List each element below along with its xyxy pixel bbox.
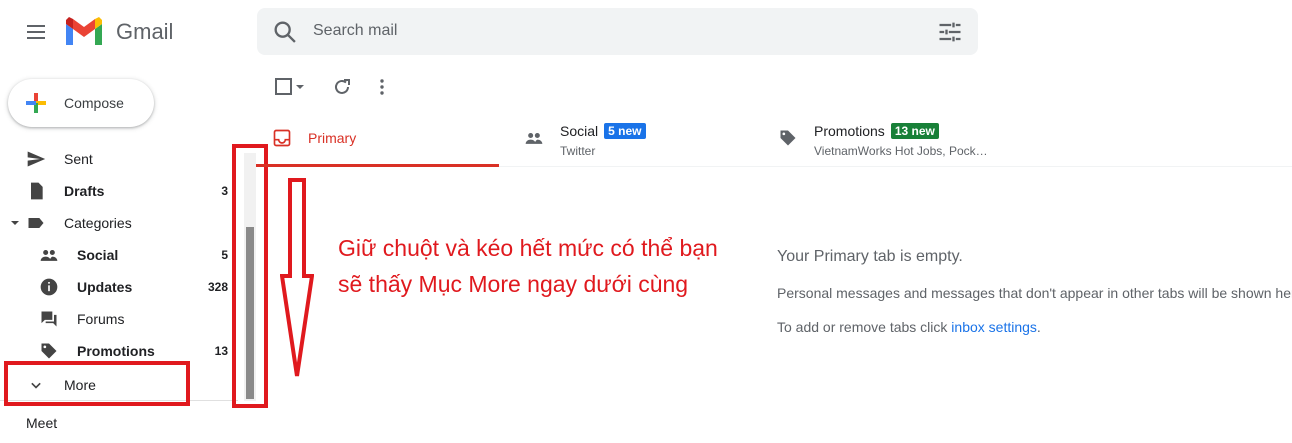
sidebar-item-count: 13	[214, 344, 228, 358]
caret-down-icon[interactable]	[8, 213, 22, 233]
sidebar-item-count: 328	[207, 280, 228, 294]
inbox-settings-link[interactable]: inbox settings	[951, 319, 1037, 335]
sidebar-item-categories[interactable]: Categories	[0, 207, 238, 239]
sidebar-item-forums[interactable]: Forums	[0, 303, 238, 335]
sidebar-item-label: Categories	[64, 215, 132, 231]
send-icon	[27, 151, 46, 167]
more-vertical-icon[interactable]	[370, 75, 394, 99]
hint-prefix: To add or remove tabs click	[777, 319, 952, 335]
sidebar-item-label: Updates	[77, 279, 133, 295]
tab-subtitle: Twitter	[560, 144, 596, 158]
mail-toolbar	[256, 64, 1292, 110]
tab-promotions[interactable]: Promotions 13 new VietnamWorks Hot Jobs, …	[762, 110, 1002, 167]
sidebar-item-sent[interactable]: Sent	[0, 143, 238, 175]
tab-label-row: Social 5 new	[560, 123, 646, 139]
tag-icon	[41, 343, 57, 359]
app-name: Gmail	[116, 19, 174, 44]
sidebar-item-drafts[interactable]: Drafts 3	[0, 175, 238, 207]
tab-subtitle: VietnamWorks Hot Jobs, Pock…	[814, 144, 988, 158]
sidebar-item-count: 5	[221, 248, 228, 262]
label-icon	[28, 218, 44, 228]
info-icon	[40, 278, 58, 296]
forum-icon	[41, 311, 57, 327]
empty-state-message: Personal messages and messages that don'…	[777, 285, 1292, 301]
select-checkbox-icon[interactable]	[272, 75, 296, 99]
compose-label: Compose	[64, 95, 124, 111]
sidebar-item-updates[interactable]: Updates 328	[0, 271, 238, 303]
sidebar-item-label: Social	[77, 247, 119, 263]
new-count-badge: 5 new	[604, 123, 646, 139]
people-icon	[40, 250, 58, 261]
meet-section-title: Meet	[26, 415, 58, 431]
sidebar-item-label: Sent	[64, 151, 93, 167]
tab-primary[interactable]: Primary	[256, 110, 499, 167]
inbox-tabs: Primary Social 5 new Twitter Promotions 13…	[256, 110, 1292, 167]
annotation-text: Giữ chuột và kéo hết mức có thể bạn sẽ t…	[338, 235, 718, 297]
new-count-badge: 13 new	[890, 123, 939, 139]
annotation-box-more	[4, 361, 190, 406]
annotation-box-scrollbar	[232, 144, 268, 408]
gmail-logo-icon[interactable]	[64, 14, 104, 48]
top-bar: Gmail	[0, 0, 1292, 64]
inbox-icon	[273, 129, 291, 147]
hamburger-menu-icon	[27, 25, 45, 39]
search-bar[interactable]	[257, 8, 978, 55]
tab-label: Social	[560, 123, 599, 139]
empty-state-settings-hint: To add or remove tabs click inbox settin…	[777, 319, 1041, 335]
tab-social[interactable]: Social 5 new Twitter	[508, 110, 748, 167]
sidebar-item-label: Forums	[77, 311, 125, 327]
plus-icon	[26, 93, 46, 113]
search-icon[interactable]	[271, 18, 299, 46]
empty-state-title: Your Primary tab is empty.	[777, 248, 963, 265]
search-input[interactable]	[313, 16, 913, 46]
compose-button[interactable]: Compose	[8, 79, 154, 127]
tab-label: Primary	[308, 130, 357, 146]
sidebar-item-label: Promotions	[77, 343, 155, 359]
sidebar-item-label: Drafts	[64, 183, 105, 199]
refresh-icon[interactable]	[330, 75, 354, 99]
tab-label: Promotions	[814, 123, 885, 139]
tab-label-row: Promotions 13 new	[814, 123, 939, 139]
sidebar-item-count: 3	[221, 184, 228, 198]
draft-icon	[31, 182, 43, 200]
hint-suffix: .	[1036, 319, 1041, 335]
caret-down-icon[interactable]	[294, 75, 306, 99]
search-options-icon[interactable]	[936, 18, 964, 46]
arrow-down-icon	[280, 178, 314, 377]
people-icon	[525, 133, 543, 144]
main-menu-button[interactable]	[16, 12, 56, 52]
tag-icon	[780, 130, 796, 146]
sidebar-item-social[interactable]: Social 5	[0, 239, 238, 271]
